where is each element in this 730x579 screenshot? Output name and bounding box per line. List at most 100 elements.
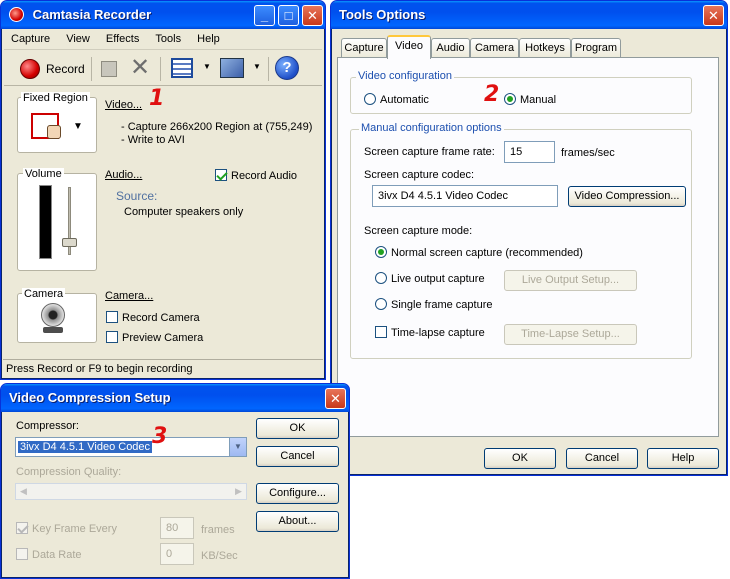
tools-options-window: Tools Options ✕ Capture Video Audio Came… — [330, 0, 728, 476]
keyframe-label: Key Frame Every — [32, 523, 117, 535]
audio-link[interactable]: Audio... — [105, 169, 142, 181]
toolbar-separator — [160, 57, 161, 81]
chevron-down-icon[interactable]: ▼ — [203, 62, 211, 71]
tab-camera[interactable]: Camera — [470, 38, 519, 58]
about-button[interactable]: About... — [256, 511, 339, 532]
compression-cancel-button[interactable]: Cancel — [256, 446, 339, 467]
stop-icon[interactable] — [101, 61, 117, 77]
record-camera-label: Record Camera — [122, 312, 200, 324]
manual-options-label: Manual configuration options — [359, 122, 504, 134]
annotation-1: 1 — [149, 86, 165, 111]
datarate-input[interactable]: 0 — [160, 543, 194, 565]
toolbar-separator — [91, 57, 92, 81]
automatic-radio-dot[interactable] — [364, 93, 376, 105]
volume-slider-thumb[interactable] — [62, 238, 77, 247]
menu-effects[interactable]: Effects — [99, 30, 145, 45]
volume-meter — [39, 185, 52, 259]
keyframe-check[interactable] — [16, 522, 28, 534]
capture-info: - Capture 266x200 Region at (755,249) — [121, 121, 313, 133]
mode-normal-radio[interactable]: Normal screen capture (recommended) — [375, 246, 583, 259]
close-icon[interactable]: ✕ — [703, 5, 724, 26]
tools-titlebar[interactable]: Tools Options — [331, 1, 727, 29]
frame-rate-unit: frames/sec — [561, 147, 615, 159]
tools-help-button[interactable]: Help — [647, 448, 719, 469]
menu-help[interactable]: Help — [190, 30, 226, 45]
camera-link[interactable]: Camera... — [105, 290, 153, 302]
compression-titlebar[interactable]: Video Compression Setup — [1, 384, 349, 412]
recorder-titlebar[interactable]: Camtasia Recorder — [1, 1, 325, 29]
datarate-unit: KB/Sec — [201, 550, 238, 562]
menu-view[interactable]: View — [59, 30, 96, 45]
mode-live-radio[interactable]: Live output capture — [375, 272, 485, 285]
tab-capture[interactable]: Capture — [341, 38, 387, 58]
frame-rate-input[interactable]: 15 — [504, 141, 555, 163]
camera-group: Camera Camera... Record Camera Preview C… — [15, 285, 321, 347]
audio-group: Volume Audio... Record Audio Source: Com… — [15, 165, 321, 273]
status-bar: Press Record or F9 to begin recording — [3, 359, 323, 379]
record-camera-check[interactable] — [106, 311, 118, 323]
mode-single-dot[interactable] — [375, 298, 387, 310]
mode-single-radio[interactable]: Single frame capture — [375, 298, 493, 311]
record-camera-checkbox[interactable]: Record Camera — [106, 311, 200, 324]
codec-field[interactable]: 3ivx D4 4.5.1 Video Codec — [372, 185, 558, 207]
record-audio-label: Record Audio — [231, 170, 298, 182]
delete-icon[interactable]: ✕ — [128, 56, 152, 80]
manual-radio[interactable]: Manual — [504, 93, 556, 106]
compressor-select[interactable]: 3ivx D4 4.5.1 Video Codec ▼ — [15, 437, 247, 457]
chevron-down-icon[interactable]: ▼ — [73, 121, 83, 132]
camera-label: Camera — [22, 288, 66, 300]
tools-ok-button[interactable]: OK — [484, 448, 556, 469]
mode-timelapse-label: Time-lapse capture — [391, 327, 485, 339]
maximize-icon[interactable]: □ — [278, 5, 299, 26]
video-compression-button[interactable]: Video Compression... — [568, 186, 686, 207]
chevron-down-icon[interactable]: ▼ — [253, 62, 261, 71]
tools-cancel-button[interactable]: Cancel — [566, 448, 638, 469]
volume-box — [17, 173, 97, 271]
tab-hotkeys[interactable]: Hotkeys — [519, 38, 571, 58]
menu-capture[interactable]: Capture — [4, 30, 56, 45]
chevron-down-icon[interactable]: ▼ — [229, 438, 246, 456]
mode-normal-dot[interactable] — [375, 246, 387, 258]
minimize-icon[interactable]: _ — [254, 5, 275, 26]
tab-program[interactable]: Program — [571, 38, 621, 58]
timelapse-check[interactable] — [375, 326, 387, 338]
live-output-setup-button[interactable]: Live Output Setup... — [504, 270, 637, 291]
write-info: - Write to AVI — [121, 134, 185, 146]
quality-slider[interactable]: ◀ ▶ — [15, 483, 247, 500]
region-select-icon[interactable] — [171, 58, 193, 78]
keyframe-checkbox[interactable]: Key Frame Every — [16, 522, 117, 535]
record-audio-check[interactable] — [215, 169, 227, 181]
tab-audio[interactable]: Audio — [431, 38, 470, 58]
menu-tools[interactable]: Tools — [148, 30, 187, 45]
record-icon — [20, 59, 40, 79]
video-link[interactable]: Video... — [105, 99, 142, 111]
compressor-label: Compressor: — [16, 420, 79, 432]
keyframe-unit: frames — [201, 524, 235, 536]
record-button[interactable]: Record — [16, 57, 86, 81]
tab-video[interactable]: Video — [387, 35, 431, 59]
video-config-label: Video configuration — [356, 70, 454, 82]
source-value: Computer speakers only — [124, 206, 244, 218]
close-icon[interactable]: ✕ — [302, 5, 323, 26]
tab-panel: Video configuration Automatic Manual Man… — [337, 57, 719, 437]
record-audio-checkbox[interactable]: Record Audio — [215, 169, 297, 182]
toolbar-separator — [268, 57, 269, 81]
automatic-label: Automatic — [380, 94, 429, 106]
automatic-radio[interactable]: Automatic — [364, 93, 429, 106]
datarate-checkbox[interactable]: Data Rate — [16, 548, 82, 561]
mode-live-dot[interactable] — [375, 272, 387, 284]
help-icon[interactable]: ? — [275, 56, 299, 80]
effects-icon[interactable] — [220, 58, 244, 78]
configure-button[interactable]: Configure... — [256, 483, 339, 504]
menu-bar: Capture View Effects Tools Help — [4, 30, 322, 50]
mode-timelapse-checkbox[interactable]: Time-lapse capture — [375, 326, 485, 339]
keyframe-input[interactable]: 80 — [160, 517, 194, 539]
manual-radio-dot[interactable] — [504, 93, 516, 105]
datarate-check[interactable] — [16, 548, 28, 560]
compression-ok-button[interactable]: OK — [256, 418, 339, 439]
chevron-right-icon: ▶ — [235, 486, 242, 496]
timelapse-setup-button[interactable]: Time-Lapse Setup... — [504, 324, 637, 345]
close-icon[interactable]: ✕ — [325, 388, 346, 409]
preview-camera-checkbox[interactable]: Preview Camera — [106, 331, 203, 344]
preview-camera-check[interactable] — [106, 331, 118, 343]
